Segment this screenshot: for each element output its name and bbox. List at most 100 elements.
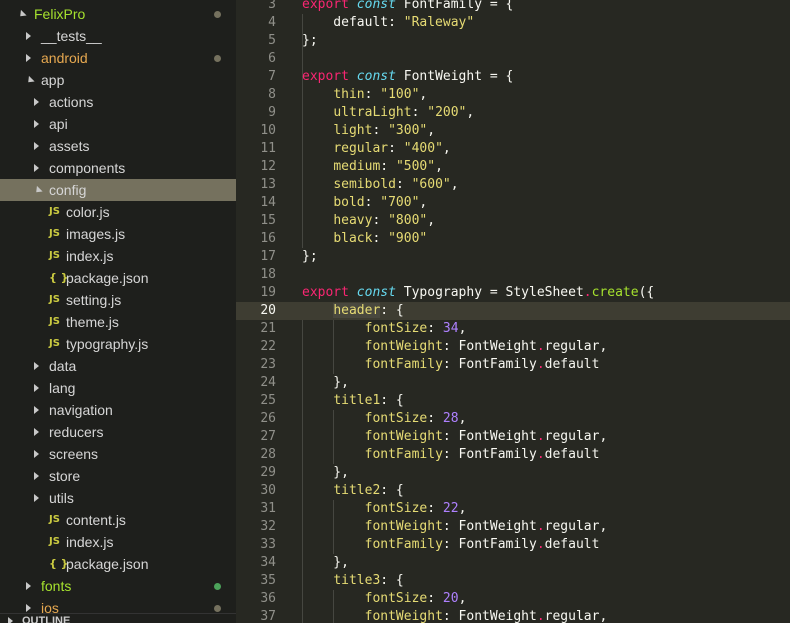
code-token: "900" [388,231,428,246]
line-number: 14 [260,195,276,210]
tree-folder-screens[interactable]: screens [0,443,236,465]
outline-title: OUTLINE [22,615,71,623]
code-line-16[interactable]: 16 black: "900" [236,230,790,248]
code-line-29[interactable]: 29 }, [236,464,790,482]
code-line-37[interactable]: 37 fontWeight: FontWeight.regular, [236,608,790,623]
code-text: }, [302,554,349,572]
code-line-28[interactable]: 28 fontFamily: FontFamily.default [236,446,790,464]
tree-folder-assets[interactable]: assets [0,135,236,157]
outline-section-header[interactable]: OUTLINE [0,613,236,623]
tree-file-package-json[interactable]: { } package.json [0,553,236,575]
code-token: fontWeight [364,339,443,354]
tree-folder-android[interactable]: android [0,47,236,69]
code-token: fontWeight [364,609,443,623]
tree-folder-felixpro[interactable]: FelixPro [0,3,236,25]
code-token: fontFamily [364,537,443,552]
code-line-20[interactable]: 20 header: { [236,302,790,320]
code-token: fontSize [364,591,428,606]
code-line-11[interactable]: 11 regular: "400", [236,140,790,158]
code-line-18[interactable]: 18 [236,266,790,284]
code-line-8[interactable]: 8 thin: "100", [236,86,790,104]
tree-folder-navigation[interactable]: navigation [0,399,236,421]
code-token: "700" [380,195,420,210]
code-line-4[interactable]: 4 default: "Raleway" [236,14,790,32]
code-line-23[interactable]: 23 fontFamily: FontFamily.default [236,356,790,374]
code-line-9[interactable]: 9 ultraLight: "200", [236,104,790,122]
tree-file-images-js[interactable]: JS images.js [0,223,236,245]
chevron-right-icon [34,472,39,480]
line-number: 7 [268,69,276,84]
code-line-24[interactable]: 24 }, [236,374,790,392]
code-line-25[interactable]: 25 title1: { [236,392,790,410]
line-number: 4 [268,15,276,30]
tree-file-index-js[interactable]: JS index.js [0,245,236,267]
code-line-26[interactable]: 26 fontSize: 28, [236,410,790,428]
tree-item-label: content.js [66,512,126,528]
code-line-31[interactable]: 31 fontSize: 22, [236,500,790,518]
code-token: . [583,285,592,300]
code-line-15[interactable]: 15 heavy: "800", [236,212,790,230]
code-line-7[interactable]: 7 export const FontWeight = { [236,68,790,86]
tree-file-typography-js[interactable]: JS typography.js [0,333,236,355]
code-token: regular, [544,519,608,534]
code-line-21[interactable]: 21 fontSize: 34, [236,320,790,338]
code-line-13[interactable]: 13 semibold: "600", [236,176,790,194]
code-token: "200" [427,105,467,120]
tree-item-label: utils [49,490,74,506]
tree-folder-utils[interactable]: utils [0,487,236,509]
code-text: }, [302,464,349,482]
code-line-30[interactable]: 30 title2: { [236,482,790,500]
tree-file-theme-js[interactable]: JS theme.js [0,311,236,333]
code-line-36[interactable]: 36 fontSize: 20, [236,590,790,608]
code-token: default [544,357,600,372]
code-line-3[interactable]: 3 export const FontFamily = { [236,0,790,14]
tree-file-color-js[interactable]: JS color.js [0,201,236,223]
code-line-5[interactable]: 5}; [236,32,790,50]
tree-folder-app[interactable]: app [0,69,236,91]
tree-folder-api[interactable]: api [0,113,236,135]
code-line-34[interactable]: 34 }, [236,554,790,572]
code-token: semibold [333,177,396,192]
tree-file-content-js[interactable]: JS content.js [0,509,236,531]
code-line-19[interactable]: 19 export const Typography = StyleSheet.c… [236,284,790,302]
tree-folder-data[interactable]: data [0,355,236,377]
code-token: , [466,105,475,120]
tree-folder-actions[interactable]: actions [0,91,236,113]
code-token: fontSize [364,501,428,516]
code-text: title2: { [302,482,403,500]
code-line-14[interactable]: 14 bold: "700", [236,194,790,212]
code-line-35[interactable]: 35 title3: { [236,572,790,590]
tree-folder-reducers[interactable]: reducers [0,421,236,443]
code-token: : [364,195,381,210]
code-token: : FontWeight [442,519,537,534]
tree-folder-fonts[interactable]: fonts [0,575,236,597]
tree-file-package-json[interactable]: { } package.json [0,267,236,289]
code-token: . [536,357,545,372]
code-line-27[interactable]: 27 fontWeight: FontWeight.regular, [236,428,790,446]
code-line-22[interactable]: 22 fontWeight: FontWeight.regular, [236,338,790,356]
tree-file-setting-js[interactable]: JS setting.js [0,289,236,311]
tree-folder-tests[interactable]: __tests__ [0,25,236,47]
code-line-33[interactable]: 33 fontFamily: FontFamily.default [236,536,790,554]
code-token: "500" [395,159,436,174]
tree-folder-components[interactable]: components [0,157,236,179]
code-token: , [458,501,467,516]
tree-item-label: app [41,72,65,88]
code-token: }; [302,33,318,48]
tree-item-label: navigation [49,402,113,418]
code-line-6[interactable]: 6 [236,50,790,68]
code-editor[interactable]: 3 export const FontFamily = {4 default: "… [236,0,790,623]
tree-folder-config[interactable]: config [0,179,236,201]
code-line-32[interactable]: 32 fontWeight: FontWeight.regular, [236,518,790,536]
tree-folder-lang[interactable]: lang [0,377,236,399]
code-line-17[interactable]: 17}; [236,248,790,266]
code-line-10[interactable]: 10 light: "300", [236,122,790,140]
code-line-12[interactable]: 12 medium: "500", [236,158,790,176]
code-token: . [536,339,545,354]
tree-folder-store[interactable]: store [0,465,236,487]
tree-file-index-js[interactable]: JS index.js [0,531,236,553]
code-text: medium: "500", [302,158,443,176]
